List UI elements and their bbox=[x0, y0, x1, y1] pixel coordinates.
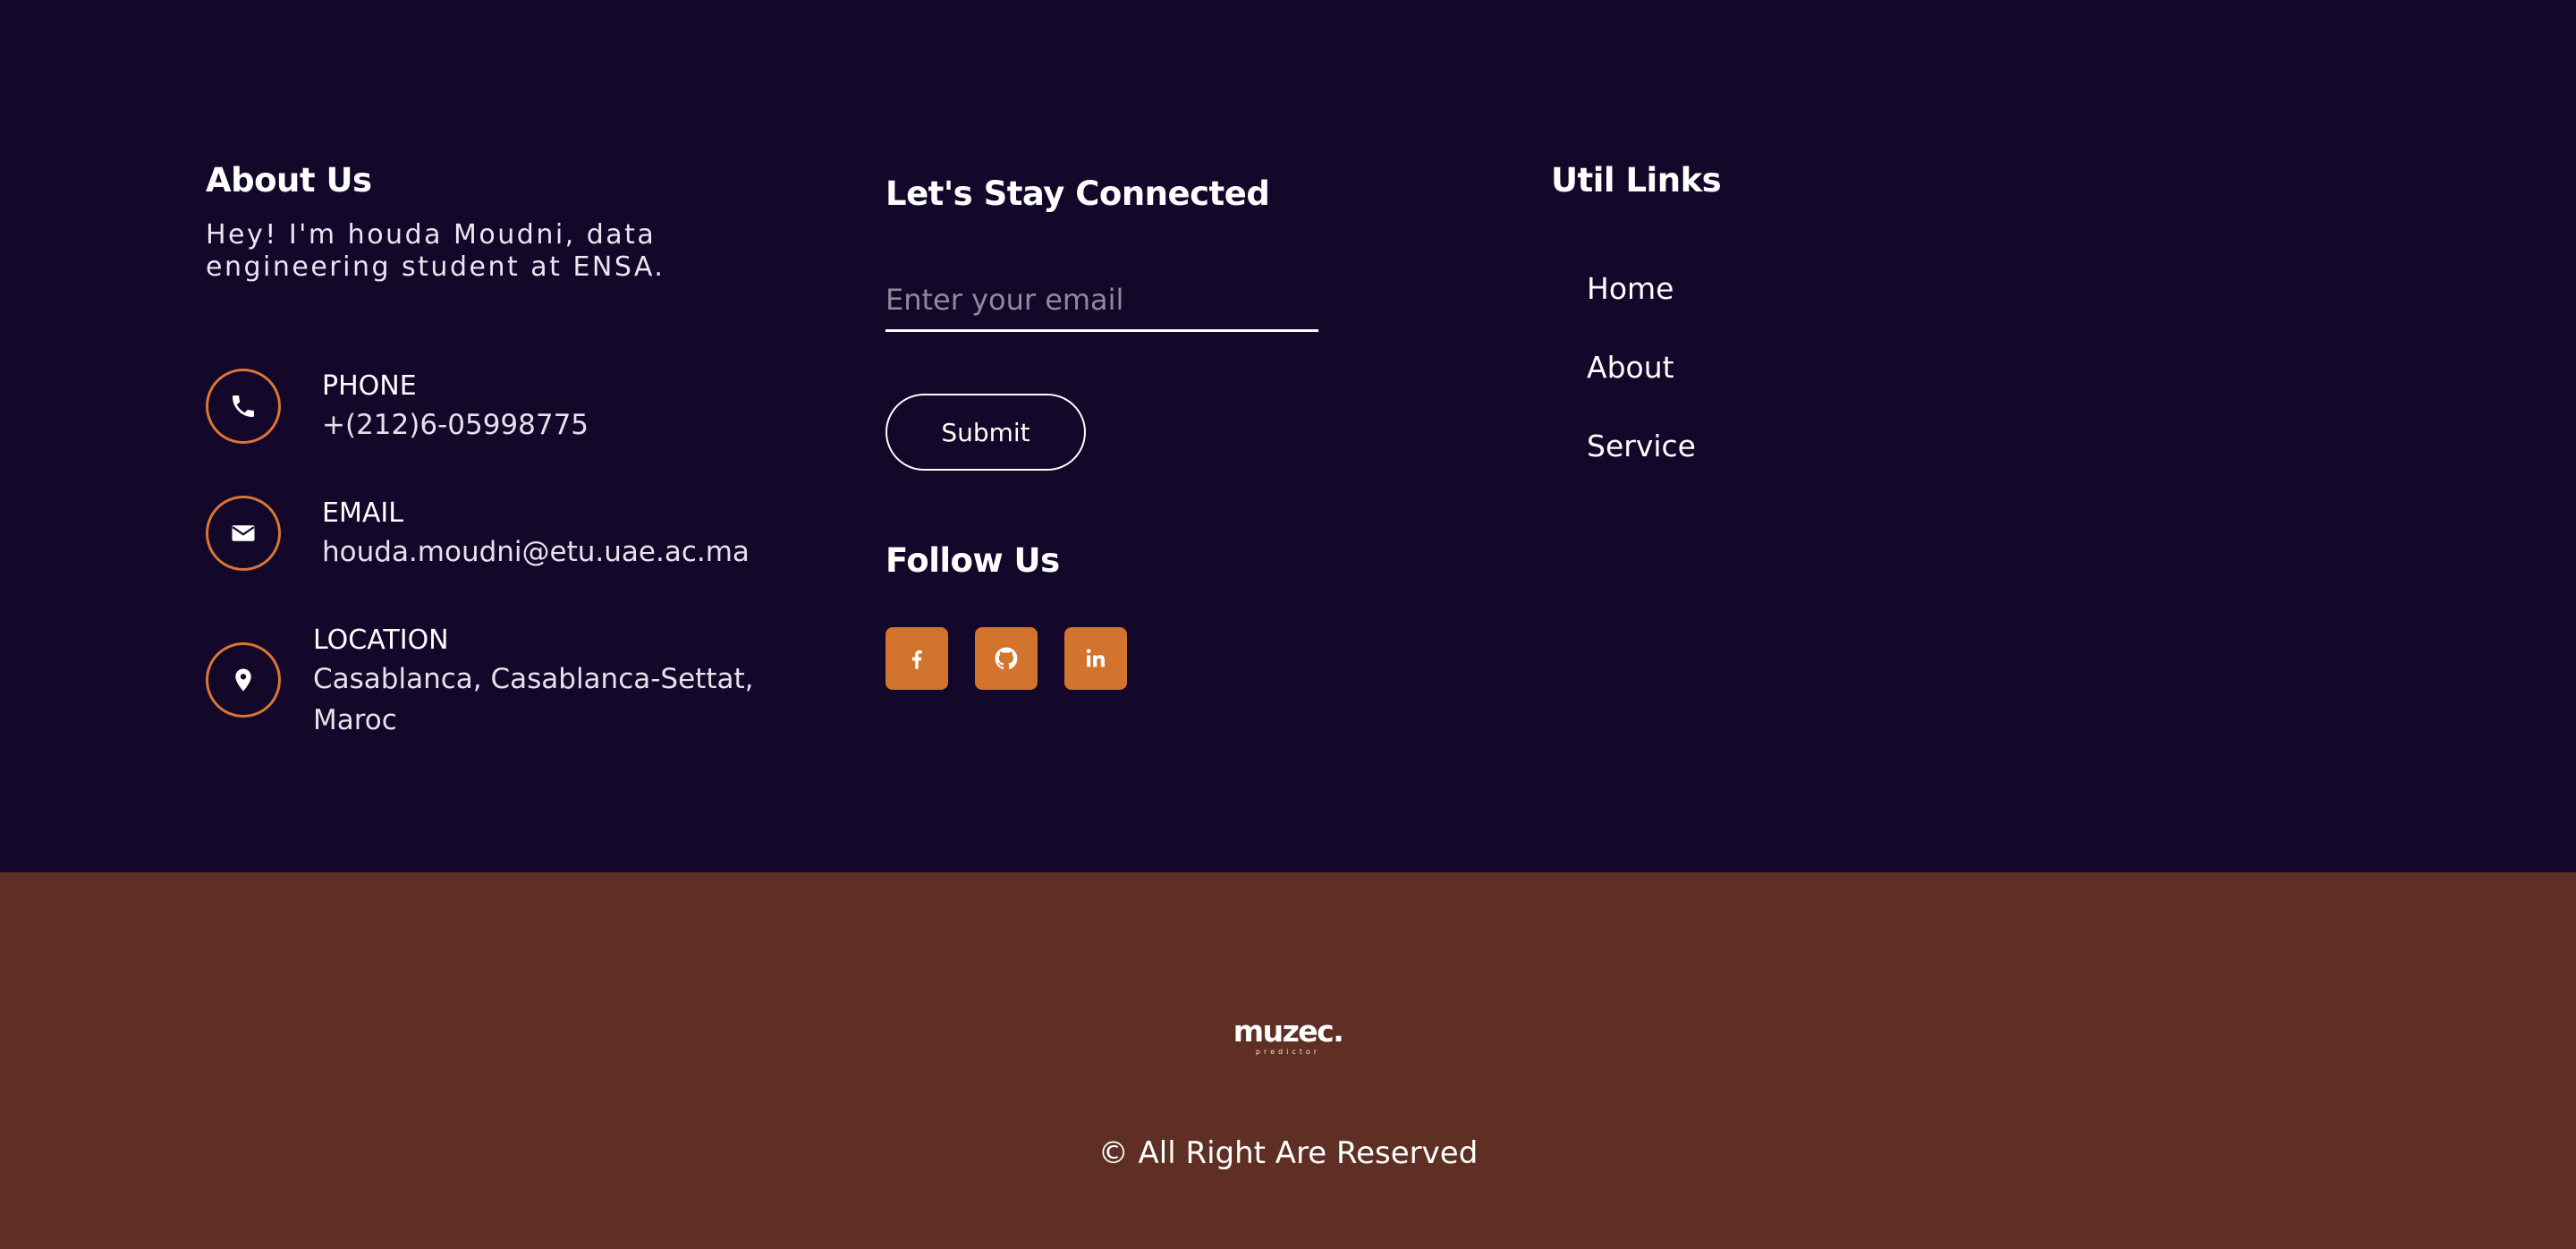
about-text: Hey! I'm houda Moudni, data engineering … bbox=[206, 219, 665, 283]
connect-column: Let's Stay Connected Submit Follow Us bbox=[886, 174, 1386, 690]
link-home[interactable]: Home bbox=[1587, 268, 1696, 347]
follow-us-title: Follow Us bbox=[886, 541, 1060, 580]
map-pin-icon bbox=[206, 642, 281, 718]
muzec-logo[interactable]: muzec. predictor bbox=[1233, 1014, 1344, 1057]
logo-tagline: predictor bbox=[1255, 1048, 1321, 1056]
contact-location-value-line1: Casablanca, Casablanca-Settat, bbox=[313, 663, 754, 695]
connect-title: Let's Stay Connected bbox=[886, 174, 1270, 213]
contact-email-value: houda.moudni@etu.uae.ac.ma bbox=[322, 536, 750, 568]
contact-location-value-line2: Maroc bbox=[313, 704, 397, 736]
copyright-text: © All Right Are Reserved bbox=[1097, 1135, 1479, 1171]
link-service[interactable]: Service bbox=[1587, 426, 1696, 505]
about-title: About Us bbox=[206, 161, 372, 200]
links-title: Util Links bbox=[1551, 161, 1722, 200]
email-input[interactable] bbox=[886, 273, 1318, 327]
contact-phone-title: PHONE bbox=[322, 370, 417, 402]
about-column: About Us Hey! I'm houda Moudni, data eng… bbox=[206, 161, 796, 736]
contact-location-title: LOCATION bbox=[313, 624, 449, 656]
contact-phone-value: +(212)6-05998775 bbox=[322, 409, 589, 441]
linkedin-icon[interactable] bbox=[1064, 627, 1127, 690]
links-column: Util Links Home About Service bbox=[1551, 161, 1998, 463]
links-list: Home About Service bbox=[1587, 268, 1696, 505]
github-icon[interactable] bbox=[975, 627, 1038, 690]
submit-button[interactable]: Submit bbox=[886, 394, 1086, 471]
footer-bottom-section bbox=[0, 872, 2576, 1249]
envelope-icon bbox=[206, 496, 281, 571]
logo-wordmark: muzec. bbox=[1233, 1014, 1344, 1049]
phone-icon bbox=[206, 369, 281, 444]
link-about[interactable]: About bbox=[1587, 347, 1696, 426]
email-field bbox=[886, 273, 1318, 332]
facebook-icon[interactable] bbox=[886, 627, 948, 690]
contact-email-title: EMAIL bbox=[322, 497, 403, 529]
